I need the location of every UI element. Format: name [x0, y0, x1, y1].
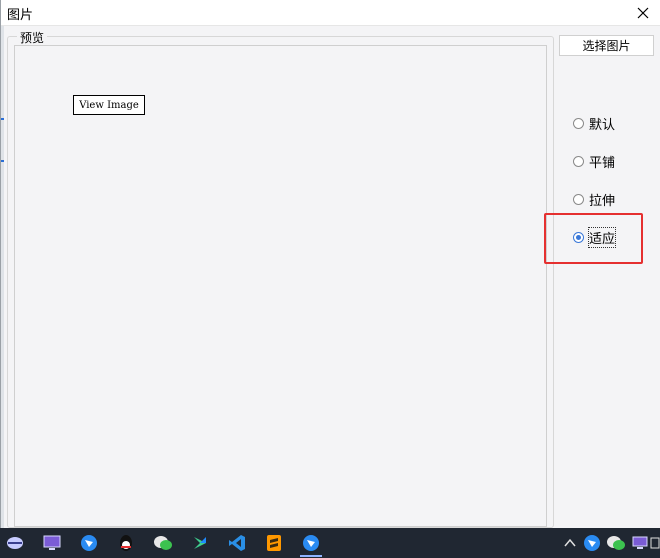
radio-tile-label: 平铺	[589, 155, 616, 171]
chevron-up-icon[interactable]	[560, 533, 580, 553]
input-method-icon[interactable]	[650, 533, 660, 553]
taskbar	[0, 528, 660, 558]
preview-group-label: 预览	[17, 29, 48, 46]
radio-default-label: 默认	[589, 117, 616, 133]
window-title: 图片	[7, 8, 34, 23]
select-image-button[interactable]: 选择图片	[559, 35, 654, 56]
image-dialog-window: 图片 预览 View Image 选择图片 默认 平铺 拉伸 适应	[0, 0, 660, 528]
image-preview-area: View Image	[14, 45, 547, 527]
radio-fit-circle	[573, 231, 584, 243]
radio-default[interactable]: 默认	[573, 114, 616, 133]
radio-tile-circle	[573, 155, 584, 167]
wechat-tray-icon[interactable]	[606, 533, 626, 553]
computer-icon[interactable]	[42, 533, 62, 553]
background-window-marker	[1, 118, 4, 162]
feishu-icon[interactable]	[79, 533, 99, 553]
radio-fit[interactable]: 适应	[573, 226, 617, 248]
title-bar[interactable]: 图片	[1, 0, 660, 26]
radio-stretch[interactable]: 拉伸	[573, 190, 616, 209]
active-app-indicator	[300, 555, 322, 557]
vscode-icon[interactable]	[227, 533, 247, 553]
radio-default-circle	[573, 117, 584, 129]
close-icon	[637, 7, 649, 19]
preview-groupbox: 预览 View Image	[7, 29, 554, 528]
git-tool-icon[interactable]	[190, 533, 210, 553]
background-window-edge	[1, 26, 4, 528]
feishu-active-icon[interactable]	[301, 533, 321, 553]
radio-fit-label: 适应	[587, 226, 617, 248]
view-image-placeholder: View Image	[73, 95, 145, 115]
display-tray-icon[interactable]	[630, 533, 650, 553]
sublime-icon[interactable]	[264, 533, 284, 553]
start-menu-icon[interactable]	[5, 533, 25, 553]
close-button[interactable]	[631, 2, 655, 24]
radio-stretch-label: 拉伸	[589, 193, 616, 209]
wechat-icon[interactable]	[153, 533, 173, 553]
qq-icon[interactable]	[116, 533, 136, 553]
radio-tile[interactable]: 平铺	[573, 152, 616, 171]
radio-stretch-circle	[573, 193, 584, 205]
radio-fit-dot	[576, 234, 581, 240]
feishu-tray-icon[interactable]	[582, 533, 602, 553]
